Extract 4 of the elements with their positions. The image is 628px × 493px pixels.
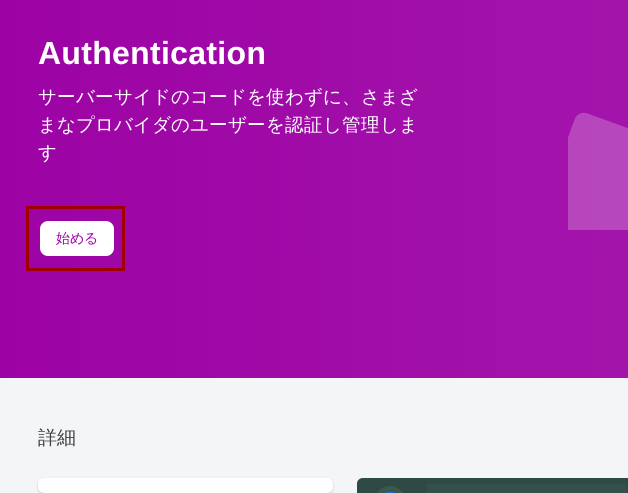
page-title: Authentication <box>38 34 268 73</box>
description-text: サーバーサイドのコードを使わずに、さまざまなプロバイダのユーザーを認証し管理します <box>38 86 419 166</box>
get-started-button[interactable]: 始める <box>40 221 114 256</box>
section-heading: 詳細 <box>38 426 77 450</box>
